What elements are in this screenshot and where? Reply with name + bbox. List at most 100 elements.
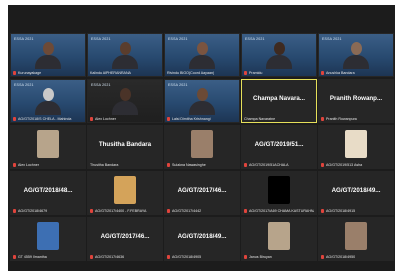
participant-display-name: AG/GT/2019/51...: [254, 141, 304, 148]
conference-brand-text: ESSA 2021: [91, 83, 111, 87]
participant-body: [35, 55, 61, 69]
profile-picture: [37, 130, 59, 158]
participant-display-name: Pranith Rowanp...: [329, 95, 383, 102]
conference-brand-text: ESSA 2021: [91, 37, 111, 41]
participant-nameplate: Kalindu AlPHERANRANA: [90, 71, 160, 75]
participant-tile[interactable]: ESSA 2021 Kalindu AlPHERANRANA: [87, 33, 163, 77]
participant-tile[interactable]: ESSA 2021 Pramidu: [241, 33, 317, 77]
muted-microphone-icon: [167, 255, 170, 259]
participant-name: Rivindu BIGO(Coord Aayaan): [167, 71, 215, 75]
participant-nameplate: GT 4559 Ilmantha: [13, 255, 83, 259]
participant-name: Janus Biruyan: [249, 255, 272, 259]
participant-video: [35, 85, 61, 115]
participant-tile[interactable]: AG/GT/2019/51... AG/GT/2019/51ACHALA: [241, 125, 317, 169]
participant-name: AG/GT/2018/4905: [172, 255, 202, 259]
muted-microphone-icon: [244, 163, 247, 167]
meeting-window: ESSA 2021 Kurunayakage ESSA 2021 Kalindu Al…: [8, 5, 395, 271]
participant-name: Pramidu: [249, 71, 263, 75]
participant-face: [43, 42, 54, 55]
profile-picture: [345, 222, 367, 250]
participant-tile[interactable]: AG/GT/2017/A69 CHAMA KASTURAHNA: [241, 171, 317, 215]
participant-name: AG/GT/2018/S CHELA - Mahinda: [18, 117, 72, 121]
conference-brand-text: ESSA 2021: [168, 37, 188, 41]
muted-microphone-icon: [244, 71, 247, 75]
participant-tile[interactable]: ESSA 2021 AG/GT/2018/S CHELA - Mahinda: [10, 79, 86, 123]
participant-tile[interactable]: ESSA 2021 Alex Lochner: [87, 79, 163, 123]
participant-name: AG/GT/2018/4679: [18, 209, 48, 213]
participant-tile[interactable]: GT 4559 Ilmantha: [10, 217, 86, 261]
participant-name: AG/GT/2017/4442: [172, 209, 202, 213]
profile-picture: [345, 130, 367, 158]
profile-picture: [191, 130, 213, 158]
participant-tile[interactable]: AG/GT/2017/46... AG/GT/2017/4636: [87, 217, 163, 261]
participant-tile[interactable]: Thusitha Bandara Thusitha Bandara: [87, 125, 163, 169]
participant-nameplate: AG/GT/2018/4679: [13, 209, 83, 213]
muted-microphone-icon: [244, 255, 247, 259]
participant-tile[interactable]: Janus Biruyan: [241, 217, 317, 261]
participant-tile[interactable]: AG/GT/2019/513 Asha: [318, 125, 394, 169]
participant-nameplate: AG/GT/2017/4442: [167, 209, 237, 213]
participant-body: [343, 55, 369, 69]
muted-microphone-icon: [321, 117, 324, 121]
participant-tile[interactable]: ESSA 2021 Anushka Bandara: [318, 33, 394, 77]
participant-name: Alex Lochner: [18, 163, 39, 167]
participant-body: [112, 55, 138, 69]
muted-microphone-icon: [90, 117, 93, 121]
participant-name: Champa Navaratne: [244, 117, 276, 121]
profile-picture: [114, 176, 136, 204]
participant-nameplate: AG/GT/2019/51ACHALA: [244, 163, 314, 167]
participant-display-name: AG/GT/2017/46...: [177, 187, 227, 194]
participant-tile[interactable]: AG/GT/2018/49... AG/GT/2018/4915: [318, 171, 394, 215]
participant-tile[interactable]: Champa Navara... Champa Navaratne: [241, 79, 317, 123]
participant-name: Sulakna Nawasinghe: [172, 163, 206, 167]
participant-video: [343, 39, 369, 69]
profile-picture: [268, 222, 290, 250]
participant-body: [189, 55, 215, 69]
participant-nameplate: AG/GT/2018/4950: [321, 255, 391, 259]
participant-name: AG/GT/2017/4636: [95, 255, 125, 259]
conference-brand-text: ESSA 2021: [14, 83, 34, 87]
muted-microphone-icon: [90, 255, 93, 259]
participant-name: Kalindu AlPHERANRANA: [90, 71, 131, 75]
participant-name: GT 4559 Ilmantha: [18, 255, 47, 259]
participant-display-name: AG/GT/2018/49...: [331, 187, 381, 194]
participant-tile[interactable]: ESSA 2021 Lalsi Dimitha Krishnangi: [164, 79, 240, 123]
muted-microphone-icon: [167, 117, 170, 121]
muted-microphone-icon: [244, 209, 247, 213]
conference-brand-text: ESSA 2021: [245, 37, 265, 41]
participant-nameplate: Anushka Bandara: [321, 71, 391, 75]
participant-name: AG/GT/2018/4950: [326, 255, 356, 259]
participant-nameplate: Kurunayakage: [13, 71, 83, 75]
participant-face: [43, 88, 54, 101]
participant-tile[interactable]: AG/GT/2018/49... AG/GT/2018/4905: [164, 217, 240, 261]
muted-microphone-icon: [321, 209, 324, 213]
participant-nameplate: AG/GT/2017/A69 CHAMA KASTURAHNA: [244, 209, 314, 213]
participant-tile[interactable]: AG/GT/2017/46... AG/GT/2017/4442: [164, 171, 240, 215]
participant-nameplate: Pranith Rowanpura: [321, 117, 391, 121]
participant-name: AG/GT/2017/4400 - F.FEBRAYA: [95, 209, 147, 213]
participant-tile[interactable]: ESSA 2021 Rivindu BIGO(Coord Aayaan): [164, 33, 240, 77]
participant-video: [189, 85, 215, 115]
conference-brand-text: ESSA 2021: [168, 83, 188, 87]
participant-display-name: AG/GT/2018/49...: [177, 233, 227, 240]
participant-tile[interactable]: Sulakna Nawasinghe: [164, 125, 240, 169]
participant-tile[interactable]: AG/GT/2017/4400 - F.FEBRAYA: [87, 171, 163, 215]
participant-face: [351, 42, 362, 55]
conference-brand-text: ESSA 2021: [14, 37, 34, 41]
participant-nameplate: Sulakna Nawasinghe: [167, 163, 237, 167]
participant-nameplate: Alex Lochner: [13, 163, 83, 167]
muted-microphone-icon: [13, 209, 16, 213]
participant-nameplate: Thusitha Bandara: [90, 163, 160, 167]
participant-tile[interactable]: ESSA 2021 Kurunayakage: [10, 33, 86, 77]
participant-tile[interactable]: Pranith Rowanp... Pranith Rowanpura: [318, 79, 394, 123]
participant-video: [112, 39, 138, 69]
participant-nameplate: AG/GT/2018/4915: [321, 209, 391, 213]
participant-tile[interactable]: AG/GT/2018/48... AG/GT/2018/4679: [10, 171, 86, 215]
participant-name: Lalsi Dimitha Krishnangi: [172, 117, 211, 121]
participant-nameplate: AG/GT/2018/S CHELA - Mahinda: [13, 117, 83, 121]
muted-microphone-icon: [13, 163, 16, 167]
participant-tile[interactable]: AG/GT/2018/4950: [318, 217, 394, 261]
participant-tile[interactable]: Alex Lochner: [10, 125, 86, 169]
participant-video: [266, 39, 292, 69]
participant-name: AG/GT/2017/A69 CHAMA KASTURAHNA: [249, 209, 314, 213]
